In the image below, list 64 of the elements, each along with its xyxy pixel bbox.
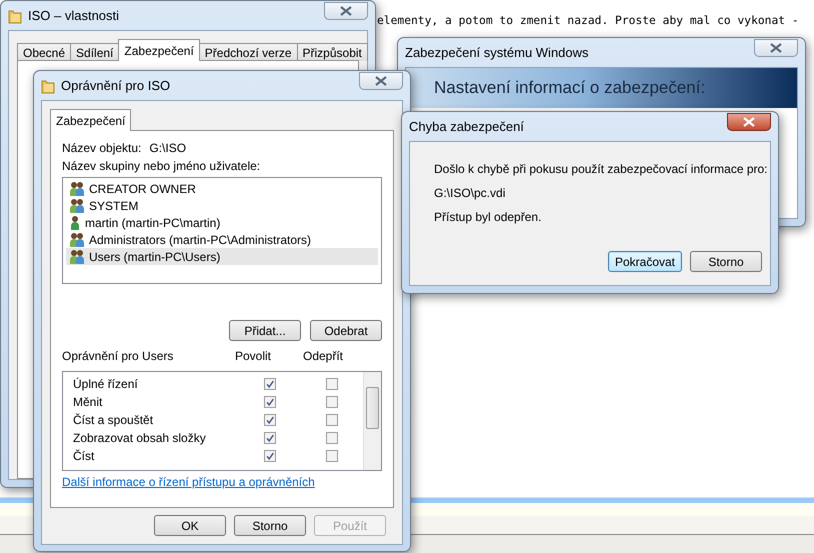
background-text: elementy, a potom to zmenit nazad. Proste aby mal co vykonat - — [377, 14, 799, 27]
principal-item[interactable]: CREATOR OWNER — [66, 180, 378, 197]
checkbox[interactable] — [326, 396, 338, 408]
window-title: Chyba zabezpečení — [409, 119, 525, 134]
error-message: Došlo k chybě při pokusu použít zabezpečovací informace pro: — [434, 162, 768, 176]
folder-icon — [41, 78, 55, 94]
scrollbar[interactable] — [363, 372, 381, 470]
principals-label: Název skupiny nebo jméno uživatele: — [62, 159, 262, 173]
dialog-button[interactable]: Storno — [690, 251, 762, 272]
help-link[interactable]: Další informace o řízení přístupu a oprávněních — [62, 475, 382, 489]
user-icon — [69, 215, 81, 230]
permission-name: Úplné řízení — [73, 377, 139, 391]
principal-item[interactable]: martin (martin-PC\martin) — [66, 214, 378, 231]
dialog-button[interactable]: Pokračovat — [608, 251, 682, 272]
permission-name: Číst a spouštět — [73, 413, 154, 427]
window-title: ISO – vlastnosti — [28, 8, 120, 23]
error-detail: Přístup byl odepřen. — [434, 210, 542, 224]
checkbox[interactable] — [264, 396, 276, 408]
permission-name: Měnit — [73, 395, 104, 409]
permission-name: Zobrazovat obsah složky — [73, 431, 207, 445]
close-icon — [375, 76, 387, 86]
close-icon — [743, 116, 755, 126]
checkbox[interactable] — [326, 432, 338, 444]
tab[interactable]: Zabezpečení — [50, 109, 132, 131]
window-title: Oprávnění pro ISO — [61, 78, 172, 93]
security-heading: Nastavení informací o zabezpečení: — [406, 68, 797, 108]
checkbox[interactable] — [264, 414, 276, 426]
close-button[interactable] — [754, 38, 798, 56]
group-icon — [69, 232, 85, 247]
principal-item[interactable]: SYSTEM — [66, 197, 378, 214]
checkbox[interactable] — [264, 378, 276, 390]
close-button[interactable] — [727, 112, 771, 130]
allow-header: Povolit — [234, 349, 272, 363]
permission-name: Číst — [73, 449, 96, 463]
group-icon — [69, 198, 85, 213]
remove-button[interactable]: Odebrat — [310, 320, 382, 341]
checkbox[interactable] — [326, 414, 338, 426]
principal-item[interactable]: Administrators (martin-PC\Administrators) — [66, 231, 378, 248]
close-button[interactable] — [324, 2, 368, 20]
principal-item[interactable]: Users (martin-PC\Users) — [66, 248, 378, 265]
group-icon — [69, 249, 85, 264]
tab[interactable]: Předchozí verze — [198, 43, 298, 61]
checkbox[interactable] — [264, 432, 276, 444]
tab[interactable]: Zabezpečení — [118, 39, 200, 61]
close-icon — [340, 6, 352, 16]
deny-header: Odepřít — [302, 349, 344, 363]
error-path: G:\ISO\pc.vdi — [434, 186, 506, 200]
permissions-label: Oprávnění pro Users — [62, 349, 174, 363]
tab[interactable]: Sdílení — [70, 43, 120, 61]
group-icon — [69, 181, 85, 196]
add-button[interactable]: Přidat... — [229, 320, 301, 341]
tab[interactable]: Přizpůsobit — [296, 43, 368, 61]
close-icon — [770, 42, 782, 52]
object-value: G:\ISO — [149, 141, 186, 155]
object-label: Název objektu: — [62, 141, 142, 155]
close-button[interactable] — [359, 72, 403, 90]
checkbox[interactable] — [264, 450, 276, 462]
folder-icon — [8, 8, 22, 24]
checkbox[interactable] — [326, 378, 338, 390]
checkbox[interactable] — [326, 450, 338, 462]
tab[interactable]: Obecné — [17, 43, 72, 61]
dialog-button[interactable]: Storno — [234, 515, 306, 536]
dialog-button[interactable]: OK — [154, 515, 226, 536]
window-title: Zabezpečení systému Windows — [405, 45, 590, 60]
